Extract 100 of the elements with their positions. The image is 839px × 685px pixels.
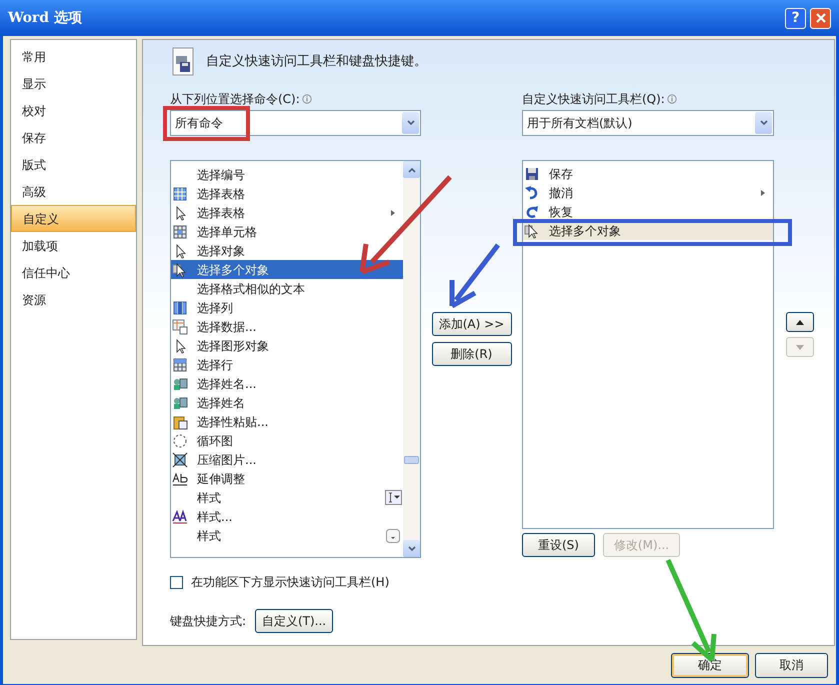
list-item[interactable]: 样式... (171, 507, 403, 526)
item-label: 循环图 (197, 432, 234, 450)
list-item[interactable]: 选择性粘贴... (171, 412, 403, 431)
move-up-button[interactable] (786, 312, 814, 332)
dropdown-arrow-button[interactable] (402, 112, 419, 134)
item-label: 压缩图片... (197, 452, 258, 468)
list-item[interactable]: 选择姓名 (171, 393, 403, 412)
list-item[interactable]: 选择对象 (171, 241, 403, 260)
remove-button[interactable]: 删除(R) (432, 342, 512, 366)
item-label: 选择表格 (197, 204, 246, 222)
undo-icon (524, 184, 540, 200)
reset-button[interactable]: 重设(S) (522, 533, 595, 557)
dropdown-value: 所有命令 (175, 115, 224, 132)
item-label: 选择姓名... (197, 376, 258, 392)
item-label: 选择单元格 (197, 224, 258, 240)
item-label: 选择列 (197, 300, 234, 316)
sidebar-item[interactable]: 高级 (11, 178, 136, 205)
item-label: 选择对象 (197, 242, 246, 260)
list-item[interactable]: 选择数据... (171, 317, 403, 336)
info-icon (302, 94, 312, 104)
item-label: 恢复 (549, 204, 574, 220)
list-item[interactable]: 选择表格 (171, 203, 403, 222)
list-item[interactable]: 循环图 (171, 431, 403, 450)
item-label: 样式 (197, 490, 222, 506)
sidebar-item[interactable]: 自定义 (11, 205, 136, 232)
item-label: 选择表格 (197, 186, 246, 202)
document-save-icon (170, 47, 196, 77)
redo-icon (524, 204, 540, 220)
dropdown-value: 用于所有文档(默认) (527, 115, 634, 132)
list-item[interactable]: 恢复 (523, 202, 773, 221)
list-item[interactable]: 保存 (523, 164, 773, 183)
item-label: 保存 (549, 166, 574, 182)
list-item[interactable]: 选择图形对象 (171, 336, 403, 355)
item-label: 选择多个对象 (197, 262, 270, 278)
list-item[interactable]: 选择列 (171, 298, 403, 317)
list-item[interactable]: 样式 (171, 526, 403, 545)
compress-picture-icon (172, 452, 188, 468)
scrollbar[interactable] (403, 161, 420, 557)
commands-source-label: 从下列位置选择命令(C): (170, 90, 300, 108)
item-label: 延伸调整 (197, 470, 246, 488)
people-icon (172, 394, 188, 410)
close-button[interactable] (810, 8, 831, 28)
add-button[interactable]: 添加(A) >> (432, 312, 512, 336)
table-row-icon (172, 356, 188, 372)
list-item[interactable]: 样式 (171, 488, 403, 507)
sidebar-item[interactable]: 校对 (11, 97, 136, 124)
commands-source-dropdown[interactable]: 所有命令 (170, 110, 421, 136)
triangle-down-icon (796, 344, 804, 350)
sidebar-item[interactable]: 加载项 (11, 232, 136, 259)
list-item[interactable]: 压缩图片... (171, 450, 403, 469)
list-item[interactable]: 撤消 (523, 183, 773, 202)
window-title: Word 选项 (8, 8, 82, 28)
ok-button[interactable]: 确定 (671, 652, 749, 678)
checkbox-label: 在功能区下方显示快速访问工具栏(H) (191, 574, 390, 591)
close-icon (814, 11, 828, 25)
item-label: 选择性粘贴... (197, 414, 270, 430)
chevron-down-icon (406, 120, 414, 126)
item-label: 选择图形对象 (197, 338, 270, 354)
list-item[interactable]: 选择编号 (171, 165, 403, 184)
list-item[interactable]: 选择行 (171, 355, 403, 374)
sidebar-item[interactable]: 版式 (11, 151, 136, 178)
list-item[interactable]: 选择格式相似的文本 (171, 279, 403, 298)
triangle-up-icon (796, 320, 804, 324)
list-item[interactable]: 选择多个对象 (171, 260, 403, 279)
item-label: 选择多个对象 (549, 222, 622, 240)
list-item[interactable]: 延伸调整 (171, 469, 403, 488)
keyboard-shortcuts-label: 键盘快捷方式: (170, 613, 246, 630)
sidebar-item[interactable]: 保存 (11, 124, 136, 151)
sidebar-item[interactable]: 信任中心 (11, 259, 136, 286)
customize-button[interactable]: 自定义(T)... (255, 609, 334, 633)
info-icon (666, 94, 677, 104)
item-label: 撤消 (549, 184, 574, 202)
item-label: 选择数据... (197, 318, 258, 336)
toolbar-scope-dropdown[interactable]: 用于所有文档(默认) (522, 110, 774, 136)
item-label: 选择编号 (197, 166, 246, 184)
chevron-up-icon (408, 166, 416, 172)
text-combo-icon (384, 490, 402, 505)
people-icon (172, 376, 188, 392)
list-item[interactable]: 选择单元格 (171, 222, 403, 241)
scroll-down-button[interactable] (403, 540, 420, 557)
submenu-arrow-icon (390, 208, 396, 216)
sidebar-item[interactable]: 常用 (11, 43, 136, 70)
list-item[interactable]: 选择姓名... (171, 374, 403, 393)
checkbox[interactable] (170, 576, 183, 588)
scroll-thumb[interactable] (404, 456, 419, 464)
clipboard-icon (172, 414, 188, 430)
chevron-down-icon (760, 120, 768, 126)
item-label: 选择格式相似的文本 (197, 280, 306, 298)
cycle-icon (172, 432, 188, 448)
help-button[interactable]: ? (785, 8, 806, 28)
list-item[interactable]: 选择表格 (171, 184, 403, 203)
sidebar-item[interactable]: 显示 (11, 70, 136, 97)
dropdown-arrow-button[interactable] (755, 112, 772, 134)
table-grid-icon (172, 224, 188, 240)
cancel-button[interactable]: 取消 (755, 652, 828, 678)
submenu-arrow-icon (760, 188, 766, 196)
section-heading: 自定义快速访问工具栏和键盘快捷键。 (206, 53, 427, 72)
sidebar-item[interactable]: 资源 (11, 286, 136, 313)
item-label: 选择行 (197, 356, 234, 374)
scroll-up-button[interactable] (403, 161, 420, 178)
